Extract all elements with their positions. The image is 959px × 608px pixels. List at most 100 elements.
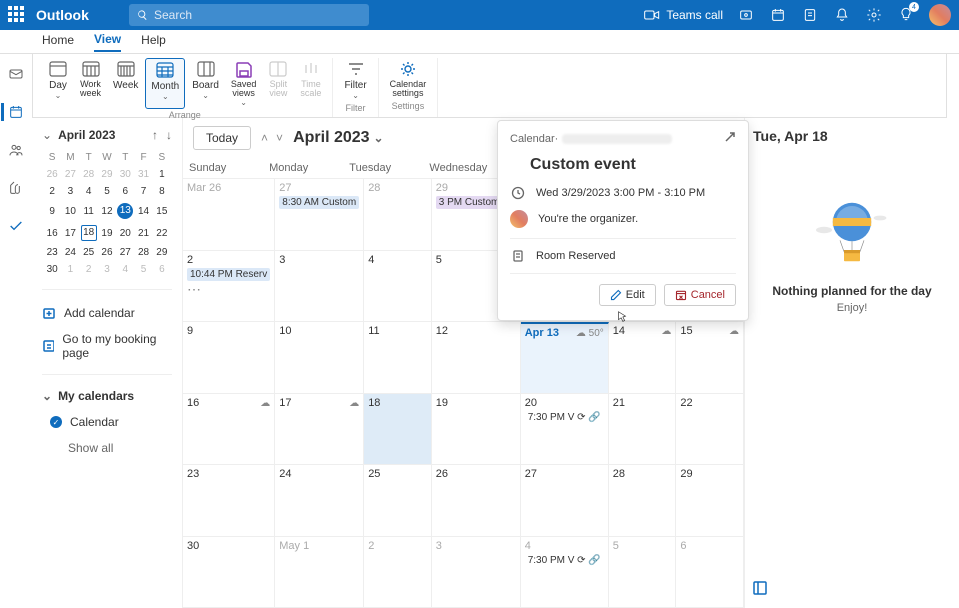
view-board-button[interactable]: Board⌄ [187,58,224,109]
minical-day[interactable]: 8 [154,184,170,199]
mail-rail-icon[interactable] [7,65,25,83]
cancel-button[interactable]: Cancel [664,284,736,306]
minical-day[interactable]: 28 [81,167,97,182]
search-input[interactable] [154,8,361,22]
minical-day[interactable]: 28 [135,245,151,260]
minical-day[interactable]: 1 [154,167,170,182]
filter-button[interactable]: Filter⌄ [339,58,371,102]
calendar-title[interactable]: April 2023 ⌄ [293,129,384,147]
minical-day[interactable]: 10 [62,201,78,221]
minical-day[interactable]: 26 [99,245,115,260]
minical-day[interactable]: 29 [154,245,170,260]
saved-views-button[interactable]: Saved views⌄ [226,58,262,109]
minical-day[interactable]: 3 [62,184,78,199]
minical-day[interactable]: 5 [135,262,151,277]
booking-page-link[interactable]: Go to my booking page [42,326,172,366]
minical-day[interactable]: 4 [117,262,133,277]
minical-day[interactable]: 21 [135,223,151,243]
calendar-settings-button[interactable]: Calendar settings [385,58,432,100]
todo-rail-icon[interactable] [7,217,25,235]
event-item[interactable]: 7:30 PM V ⟳ 🔗 [525,554,604,567]
minical-next-icon[interactable]: ↓ [166,128,172,142]
minical-day[interactable]: 4 [81,184,97,199]
minical-day[interactable]: 23 [44,245,60,260]
minical-day[interactable]: 29 [99,167,115,182]
show-all-link[interactable]: Show all [42,435,172,461]
tab-view[interactable]: View [94,32,121,52]
event-item[interactable]: 7:30 PM V ⟳ 🔗 [525,411,604,424]
event-item[interactable]: 10:44 PM Reserv [187,268,270,281]
weather-icon: ☁ [729,326,739,337]
minical-day[interactable]: 12 [99,201,115,221]
my-day-icon[interactable] [801,6,819,24]
view-month-button[interactable]: Month⌄ [145,58,185,109]
minical-day[interactable]: 7 [135,184,151,199]
app-header: Outlook Teams call 4 [0,0,959,30]
panel-expand-icon[interactable] [753,581,951,598]
minical-day[interactable]: 11 [81,201,97,221]
weather-icon: ☁ [260,398,270,409]
minical-day[interactable]: 22 [154,223,170,243]
today-button[interactable]: Today [193,126,251,150]
tips-icon[interactable]: 4 [897,6,915,24]
calendar-nav-icon[interactable] [769,6,787,24]
add-calendar-button[interactable]: Add calendar [42,300,172,326]
view-day-button[interactable]: Day⌄ [43,58,73,109]
left-rail [0,30,32,608]
minical-day[interactable]: 24 [62,245,78,260]
view-workweek-button[interactable]: Work week [75,58,106,109]
minical-day[interactable]: 26 [44,167,60,182]
minical-day[interactable]: 27 [117,245,133,260]
minical-day[interactable]: 5 [99,184,115,199]
mini-calendar[interactable]: SMTWTFS 26272829303112345678910111213141… [42,148,172,279]
minical-day[interactable]: 13 [117,201,133,221]
minical-prev-icon[interactable]: ↑ [152,128,158,142]
minical-day[interactable]: 18 [81,223,97,243]
save-icon [234,60,254,78]
account-avatar[interactable] [929,4,951,26]
minical-day[interactable]: 27 [62,167,78,182]
minical-day[interactable]: 30 [44,262,60,277]
minical-day[interactable]: 3 [99,262,115,277]
teams-call-button[interactable]: Teams call [644,8,723,22]
minical-day[interactable]: 16 [44,223,60,243]
minical-day[interactable]: 31 [135,167,151,182]
prev-period-icon[interactable]: ˄ [261,131,268,145]
minical-day[interactable]: 6 [117,184,133,199]
tab-help[interactable]: Help [141,33,166,51]
app-launcher-icon[interactable] [8,6,26,24]
minical-day[interactable]: 14 [135,201,151,221]
more-events-icon[interactable]: ⋯ [187,281,270,298]
minical-day[interactable]: 1 [62,262,78,277]
my-calendars-section[interactable]: ⌄ My calendars [42,383,172,409]
popover-room: Room Reserved [536,250,615,262]
minical-day[interactable]: 2 [44,184,60,199]
chevron-down-icon[interactable]: ⌄ [42,128,52,142]
minical-day[interactable]: 9 [44,201,60,221]
week-icon [116,60,136,78]
next-period-icon[interactable]: ˅ [276,131,283,145]
calendar-rail-icon[interactable] [1,103,25,121]
popover-organizer: You're the organizer. [538,213,638,225]
minical-day[interactable]: 15 [154,201,170,221]
minical-day[interactable]: 30 [117,167,133,182]
calendar-item[interactable]: ✓ Calendar [42,409,172,435]
edit-button[interactable]: Edit [599,284,656,306]
settings-icon[interactable] [865,6,883,24]
minical-day[interactable]: 19 [99,223,115,243]
dow-label: Sunday [183,158,263,178]
view-week-button[interactable]: Week [108,58,143,109]
event-item[interactable]: 8:30 AM Custom [279,196,359,209]
tab-home[interactable]: Home [42,33,74,51]
minical-day[interactable]: 20 [117,223,133,243]
minical-day[interactable]: 25 [81,245,97,260]
expand-popover-icon[interactable] [724,131,736,146]
people-rail-icon[interactable] [7,141,25,159]
files-rail-icon[interactable] [7,179,25,197]
search-bar[interactable] [129,4,369,26]
minical-day[interactable]: 17 [62,223,78,243]
minical-day[interactable]: 2 [81,262,97,277]
notifications-icon[interactable] [833,6,851,24]
minical-day[interactable]: 6 [154,262,170,277]
meet-now-icon[interactable] [737,6,755,24]
